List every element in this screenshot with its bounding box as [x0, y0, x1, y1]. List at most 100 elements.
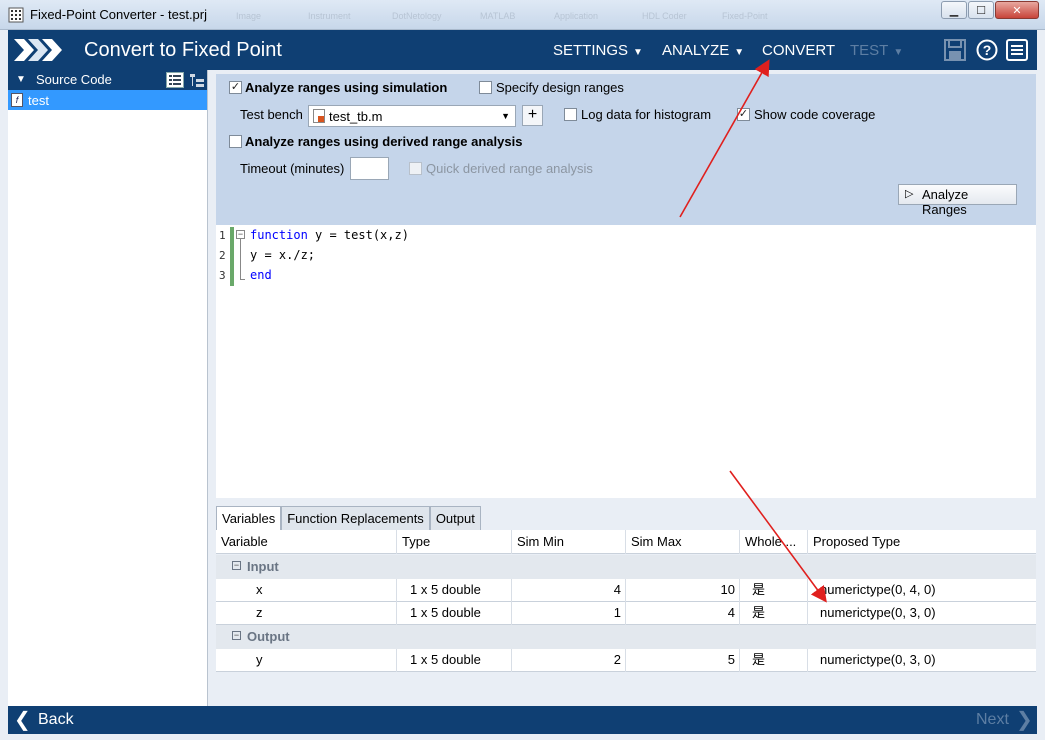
derived-range-label: Analyze ranges using derived range analy…: [245, 134, 523, 149]
collapse-icon[interactable]: ▼: [16, 74, 26, 85]
workflow-chevrons-icon: [14, 39, 62, 61]
line-number: 3: [219, 269, 226, 282]
play-icon: ▷: [905, 188, 914, 200]
collapse-icon[interactable]: −: [232, 561, 241, 570]
background-ghost-label: Instrument: [308, 11, 351, 21]
cell-type: 1 x 5 double: [397, 579, 512, 602]
background-ghost-label: Application: [554, 11, 599, 21]
simulation-checkbox[interactable]: ✓: [229, 81, 242, 94]
menu-settings[interactable]: SETTINGS ▼: [553, 42, 643, 59]
table-row[interactable]: x 1 x 5 double 4 10 是 numerictype(0, 4, …: [216, 579, 1036, 602]
source-file-item[interactable]: f test: [8, 90, 207, 110]
tab-variables[interactable]: Variables: [216, 506, 282, 530]
cell-variable: z: [216, 602, 397, 625]
design-ranges-label: Specify design ranges: [496, 80, 624, 95]
tab-output[interactable]: Output: [429, 506, 481, 530]
group-name: Output: [247, 629, 290, 644]
cell-sim-min: 2: [512, 649, 626, 672]
menu-test-label: TEST: [850, 42, 889, 59]
wizard-footer: ❮ Back Next ❯: [8, 706, 1037, 734]
derived-range-checkbox[interactable]: [229, 135, 242, 148]
next-label: Next: [976, 711, 1009, 728]
test-bench-value: test_tb.m: [329, 109, 383, 124]
cell-type: 1 x 5 double: [397, 649, 512, 672]
cell-sim-max: 5: [626, 649, 740, 672]
column-header-whole[interactable]: Whole ...: [740, 530, 808, 554]
code-keyword: end: [250, 268, 272, 282]
menu-convert-label: CONVERT: [762, 42, 836, 59]
timeout-label: Timeout (minutes): [240, 161, 345, 176]
group-input[interactable]: − Input: [216, 555, 1036, 579]
column-header-variable[interactable]: Variable: [216, 530, 397, 554]
collapse-icon[interactable]: −: [232, 631, 241, 640]
coverage-bar: [230, 227, 234, 286]
source-code-panel: ▼ Source Code f test: [8, 70, 208, 706]
help-icon[interactable]: ?: [976, 39, 998, 61]
svg-text:?: ?: [983, 42, 992, 58]
cell-proposed-type[interactable]: numerictype(0, 4, 0): [808, 579, 1036, 602]
background-ghost-label: DotNetology: [392, 11, 442, 21]
show-coverage-label: Show code coverage: [754, 107, 876, 122]
maximize-button[interactable]: ☐: [968, 1, 994, 19]
app-header: Convert to Fixed Point SETTINGS ▼ ANALYZE…: [8, 30, 1037, 70]
list-view-icon[interactable]: [166, 72, 184, 88]
menu-test: TEST ▼: [850, 42, 903, 59]
analyze-panel: ✓ Analyze ranges using simulation Specif…: [216, 74, 1036, 225]
show-coverage-checkbox[interactable]: ✓: [737, 108, 750, 121]
cell-sim-max: 10: [626, 579, 740, 602]
cell-variable: x: [216, 579, 397, 602]
code-editor[interactable]: 1 2 3 − function y = test(x,z) y = x./z;…: [216, 225, 1036, 498]
minimize-button[interactable]: ▁: [941, 1, 967, 19]
column-header-sim-min[interactable]: Sim Min: [512, 530, 626, 554]
group-output[interactable]: − Output: [216, 625, 1036, 649]
cell-whole: 是: [740, 602, 808, 625]
table-row[interactable]: y 1 x 5 double 2 5 是 numerictype(0, 3, 0…: [216, 649, 1036, 672]
quick-derived-label: Quick derived range analysis: [426, 161, 593, 176]
column-header-sim-max[interactable]: Sim Max: [626, 530, 740, 554]
column-header-type[interactable]: Type: [397, 530, 512, 554]
test-bench-label: Test bench: [240, 107, 303, 122]
fold-toggle-icon[interactable]: −: [236, 230, 245, 239]
window-controls: ▁ ☐ ✕: [940, 1, 1039, 19]
tree-view-icon[interactable]: [188, 72, 206, 88]
add-test-bench-button[interactable]: +: [522, 105, 543, 126]
tab-function-replacements[interactable]: Function Replacements: [281, 506, 430, 530]
simulation-label: Analyze ranges using simulation: [245, 80, 448, 95]
source-code-header[interactable]: ▼ Source Code: [8, 70, 207, 90]
analyze-ranges-button[interactable]: ▷ Analyze Ranges: [898, 184, 1017, 217]
window-title: Fixed-Point Converter - test.prj: [30, 7, 208, 22]
menu-convert[interactable]: CONVERT: [762, 42, 835, 59]
column-header-proposed-type[interactable]: Proposed Type: [808, 530, 1036, 554]
code-line: y = x./z;: [250, 248, 315, 262]
code-line: function y = test(x,z): [250, 228, 409, 242]
analyze-ranges-label: Analyze Ranges: [922, 187, 969, 217]
background-ghost-label: Fixed-Point: [722, 11, 768, 21]
source-file-name: test: [28, 93, 49, 108]
cell-proposed-type[interactable]: numerictype(0, 3, 0): [808, 649, 1036, 672]
cell-sim-min: 4: [512, 579, 626, 602]
code-text: y = x./z;: [250, 248, 316, 262]
cell-sim-max: 4: [626, 602, 740, 625]
source-code-title: Source Code: [36, 72, 112, 87]
save-icon[interactable]: [944, 39, 966, 61]
caret-down-icon: ▼: [734, 47, 745, 58]
design-ranges-checkbox[interactable]: [479, 81, 492, 94]
menu-analyze[interactable]: ANALYZE ▼: [662, 42, 744, 59]
fold-guide: [240, 239, 241, 280]
close-button[interactable]: ✕: [995, 1, 1039, 19]
chevron-right-icon: ❯: [1016, 709, 1033, 731]
matlab-file-icon: [313, 109, 325, 123]
log-histogram-checkbox[interactable]: [564, 108, 577, 121]
line-number: 1: [219, 229, 226, 242]
table-row[interactable]: z 1 x 5 double 1 4 是 numerictype(0, 3, 0…: [216, 602, 1036, 625]
cell-proposed-type[interactable]: numerictype(0, 3, 0): [808, 602, 1036, 625]
caret-down-icon: ▼: [633, 47, 643, 58]
menu-icon[interactable]: [1006, 39, 1028, 61]
code-text: y = test(x,z): [307, 228, 409, 242]
page-title: Convert to Fixed Point: [84, 39, 282, 61]
test-bench-select[interactable]: test_tb.m ▼: [308, 105, 516, 127]
cell-whole: 是: [740, 579, 808, 602]
timeout-input[interactable]: [350, 157, 389, 180]
window-titlebar: Fixed-Point Converter - test.prj Image I…: [0, 0, 1045, 30]
back-button[interactable]: ❮ Back: [14, 709, 84, 731]
